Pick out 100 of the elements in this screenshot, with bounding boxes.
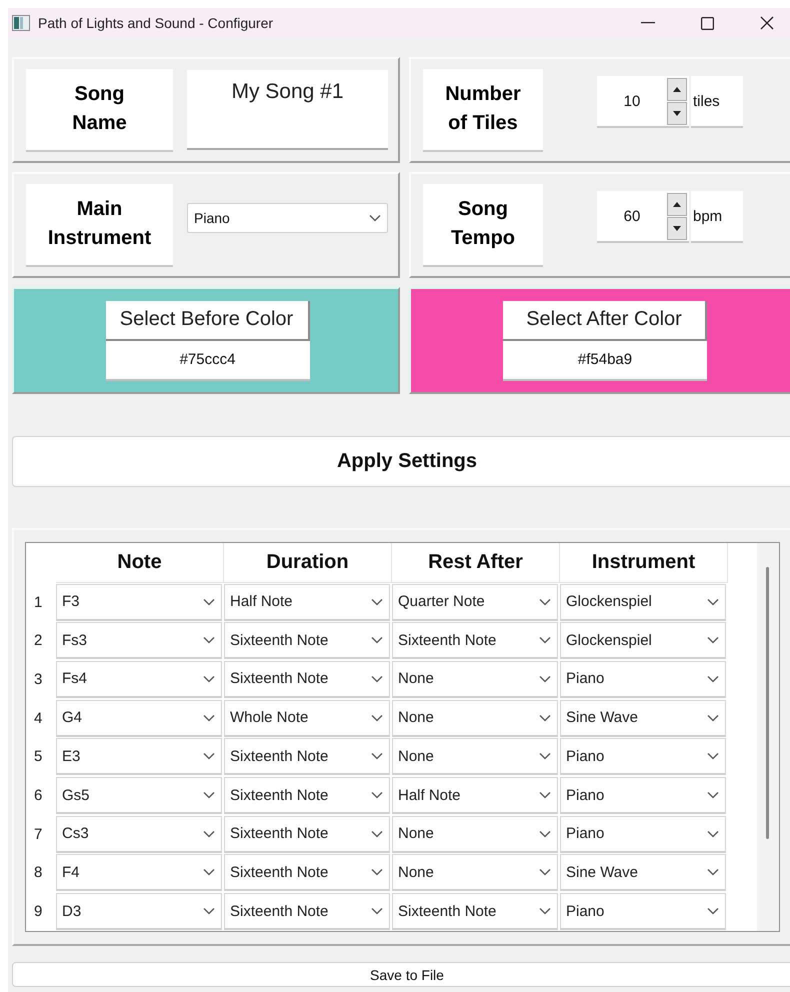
row-number: 3 — [33, 670, 44, 688]
chevron-down-icon — [539, 830, 551, 838]
chevron-down-icon — [539, 636, 551, 644]
cell-dropdown[interactable]: Piano — [560, 777, 726, 814]
spin-up-button[interactable] — [667, 78, 687, 100]
chevron-down-icon — [539, 714, 551, 722]
cell-dropdown[interactable]: Sixteenth Note — [224, 854, 390, 892]
hex-field[interactable]: #f54ba9 — [503, 340, 707, 380]
chevron-down-icon — [371, 907, 383, 916]
maximize-icon[interactable] — [701, 16, 714, 30]
cell-dropdown[interactable]: Sixteenth Note — [392, 622, 558, 660]
cell-dropdown[interactable]: Gs5 — [56, 777, 222, 814]
up-triangle-icon — [673, 202, 681, 206]
chevron-down-icon — [371, 830, 383, 838]
chevron-down-icon — [707, 907, 719, 916]
close-icon[interactable] — [760, 16, 774, 30]
row-number: 9 — [33, 903, 44, 920]
chevron-down-icon — [371, 674, 383, 683]
chevron-down-icon — [707, 830, 719, 838]
setting-label: Song Tempo — [450, 197, 516, 251]
cell-dropdown[interactable]: Sine Wave — [560, 700, 726, 737]
chevron-down-icon — [707, 598, 719, 606]
chevron-down-icon — [539, 598, 551, 606]
cell-dropdown[interactable]: Sixteenth Note — [224, 816, 390, 853]
minimize-icon[interactable] — [641, 22, 655, 24]
cell-dropdown[interactable]: Piano — [560, 893, 726, 930]
cell-dropdown[interactable]: Sixteenth Note — [224, 777, 390, 814]
up-triangle-icon — [673, 86, 681, 92]
cell-dropdown[interactable]: Half Note — [392, 777, 558, 814]
spin-down-button[interactable] — [667, 216, 687, 240]
save-to-file-button[interactable]: Save to File — [12, 962, 790, 987]
cell-dropdown[interactable]: Sixteenth Note — [224, 660, 390, 698]
cell-dropdown[interactable]: Whole Note — [224, 700, 390, 737]
chevron-down-icon — [203, 598, 215, 606]
cell-dropdown[interactable]: Sixteenth Note — [224, 738, 390, 776]
chevron-down-icon — [371, 752, 383, 760]
instrument-dropdown[interactable]: Piano — [187, 203, 388, 233]
spin-down-button[interactable] — [667, 102, 687, 124]
chevron-down-icon — [371, 636, 383, 644]
chevron-down-icon — [203, 636, 215, 644]
cell-dropdown[interactable]: Piano — [560, 738, 726, 776]
cell-dropdown[interactable]: Fs3 — [56, 622, 222, 660]
chevron-down-icon — [707, 674, 719, 683]
spin-up-button[interactable] — [667, 192, 687, 216]
cell-dropdown[interactable]: None — [392, 816, 558, 853]
cell-dropdown[interactable]: Sine Wave — [560, 854, 726, 892]
select-color-button[interactable]: Select After Color — [503, 300, 707, 340]
scrollbar[interactable] — [757, 543, 779, 931]
chevron-down-icon — [707, 791, 719, 800]
cell-dropdown[interactable]: G4 — [56, 700, 222, 737]
chevron-down-icon — [203, 830, 215, 838]
song-name-field[interactable]: My Song #1 — [187, 70, 388, 150]
cell-dropdown[interactable]: Glockenspiel — [560, 622, 726, 660]
down-triangle-icon — [673, 226, 681, 230]
cell-dropdown[interactable]: Half Note — [224, 584, 390, 621]
row-number: 1 — [33, 594, 44, 611]
cell-dropdown[interactable]: Sixteenth Note — [224, 622, 390, 660]
cell-dropdown[interactable]: Sixteenth Note — [224, 893, 390, 930]
cell-dropdown[interactable]: Cs3 — [56, 816, 222, 853]
chevron-down-icon — [707, 752, 719, 760]
cell-dropdown[interactable]: Piano — [560, 816, 726, 853]
unit-label: bpm — [691, 191, 743, 243]
column-header: Rest After — [392, 543, 560, 583]
chevron-down-icon — [203, 714, 215, 722]
chevron-down-icon — [371, 791, 383, 800]
cell-dropdown[interactable]: Quarter Note — [392, 584, 558, 621]
cell-dropdown[interactable]: Piano — [560, 660, 726, 698]
chevron-down-icon — [203, 674, 215, 683]
cell-dropdown[interactable]: D3 — [56, 893, 222, 930]
cell-dropdown[interactable]: F3 — [56, 584, 222, 621]
scroll-thumb[interactable] — [766, 567, 769, 839]
app-icon — [12, 15, 30, 31]
apply-settings-button[interactable]: Apply Settings — [12, 436, 790, 487]
setting-label: Main Instrument — [48, 197, 152, 251]
cell-dropdown[interactable]: None — [392, 660, 558, 698]
spin-field[interactable]: 60 — [597, 191, 667, 243]
cell-dropdown[interactable]: None — [392, 700, 558, 737]
chevron-down-icon — [371, 598, 383, 606]
hex-field[interactable]: #75ccc4 — [106, 340, 310, 380]
column-header: Duration — [224, 543, 392, 583]
cell-dropdown[interactable]: F4 — [56, 854, 222, 892]
chevron-down-icon — [707, 868, 719, 876]
chevron-down-icon — [203, 907, 215, 916]
cell-dropdown[interactable]: None — [392, 738, 558, 776]
select-color-button[interactable]: Select Before Color — [106, 300, 310, 340]
spin-field[interactable]: 10 — [597, 76, 667, 128]
row-number: 4 — [33, 710, 44, 727]
chevron-down-icon — [203, 868, 215, 876]
chevron-down-icon — [539, 791, 551, 800]
row-number: 7 — [33, 826, 44, 843]
cell-dropdown[interactable]: E3 — [56, 738, 222, 776]
cell-dropdown[interactable]: Glockenspiel — [560, 584, 726, 621]
row-number: 2 — [33, 632, 44, 650]
cell-dropdown[interactable]: Fs4 — [56, 660, 222, 698]
chevron-down-icon — [371, 714, 383, 722]
chevron-down-icon — [371, 868, 383, 876]
down-triangle-icon — [673, 110, 681, 116]
cell-dropdown[interactable]: None — [392, 854, 558, 892]
cell-dropdown[interactable]: Sixteenth Note — [392, 893, 558, 930]
row-number: 6 — [33, 787, 44, 804]
